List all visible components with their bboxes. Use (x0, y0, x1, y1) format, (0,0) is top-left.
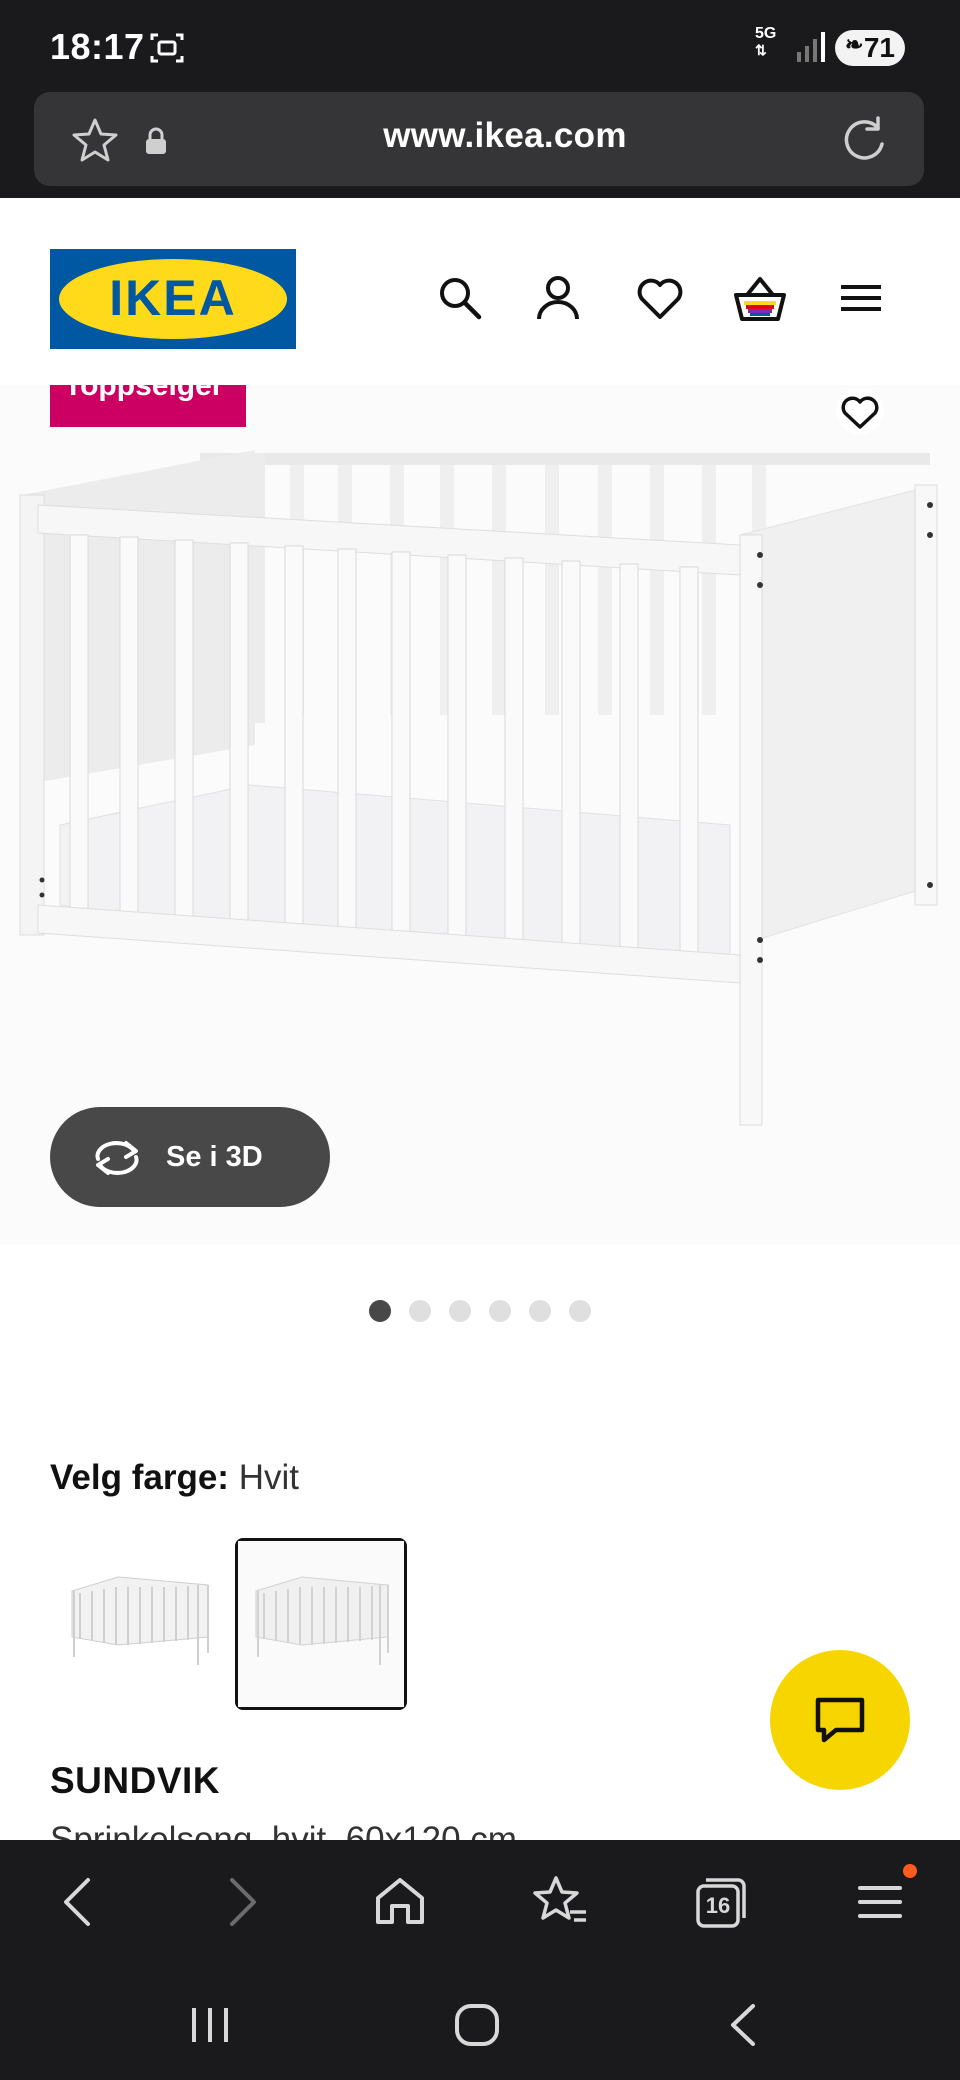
swatch-crib-thumbnail (238, 1541, 404, 1707)
battery-indicator: ❧ 71 (835, 30, 905, 66)
product-name[interactable]: SUNDVIK (50, 1760, 220, 1802)
view-3d-button[interactable]: Se i 3D (50, 1107, 330, 1207)
color-swatch-white[interactable] (58, 1545, 218, 1705)
home-icon[interactable] (370, 1872, 430, 1932)
tabs-button[interactable]: 16 (690, 1872, 750, 1932)
rotate-3d-icon (95, 1141, 139, 1175)
browser-menu-icon[interactable] (850, 1872, 910, 1932)
carousel-dot[interactable] (529, 1300, 551, 1322)
status-time: 18:17 (50, 26, 145, 67)
chat-button[interactable] (770, 1650, 910, 1790)
topseller-badge: Toppselger (50, 385, 246, 427)
charging-leaf-icon: ❧ (845, 32, 864, 57)
tab-count: 16 (705, 1893, 731, 1918)
browser-toolbar (0, 1840, 960, 1970)
url-text[interactable]: www.ikea.com (300, 116, 710, 156)
image-heart-icon[interactable] (836, 389, 884, 435)
bookmark-star-icon[interactable] (70, 116, 120, 164)
system-back-icon[interactable] (715, 2000, 775, 2050)
image-carousel-dots[interactable] (369, 1300, 591, 1322)
recents-icon[interactable] (180, 2000, 240, 2050)
signal-icon (797, 32, 825, 62)
carousel-dot[interactable] (489, 1300, 511, 1322)
forward-icon[interactable] (210, 1872, 270, 1932)
svg-text:IKEA: IKEA (109, 270, 236, 326)
heart-icon[interactable] (635, 273, 685, 323)
network-5g-icon: 5G ⇅ (755, 25, 777, 59)
view-3d-label: Se i 3D (166, 1140, 263, 1173)
screenshot-icon (150, 33, 184, 63)
account-icon[interactable] (533, 273, 583, 323)
home-circle-icon[interactable] (447, 2000, 507, 2050)
color-picker-label: Velg farge: Hvit (50, 1458, 299, 1497)
chat-icon (815, 1697, 865, 1743)
reload-icon[interactable] (840, 114, 888, 164)
carousel-dot[interactable] (569, 1300, 591, 1322)
color-swatch-white-selected[interactable] (235, 1538, 407, 1710)
ikea-logo[interactable]: IKEA (50, 249, 296, 349)
bookmarks-icon[interactable] (530, 1872, 590, 1932)
carousel-dot[interactable] (409, 1300, 431, 1322)
notification-dot (903, 1864, 917, 1878)
product-image-crib[interactable] (0, 385, 960, 1165)
search-icon[interactable] (435, 273, 485, 323)
lock-icon (146, 127, 166, 154)
carousel-dot[interactable] (449, 1300, 471, 1322)
back-icon[interactable] (50, 1872, 110, 1932)
menu-icon[interactable] (836, 273, 886, 323)
ikea-logo-graphic: IKEA (50, 249, 296, 349)
carousel-dot[interactable] (369, 1300, 391, 1322)
cart-icon[interactable] (733, 273, 787, 325)
